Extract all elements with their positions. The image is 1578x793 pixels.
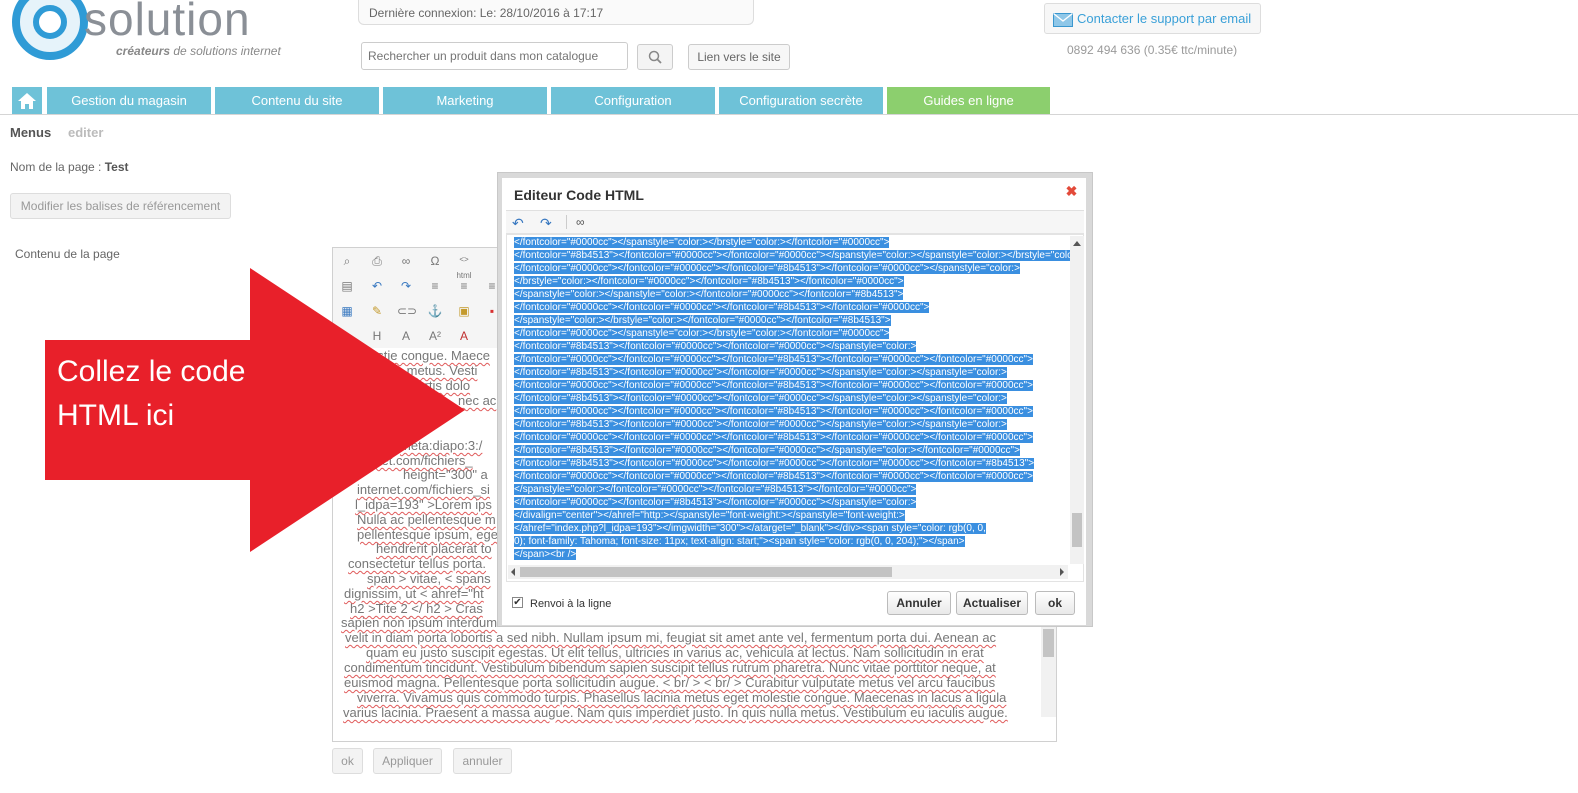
home-icon: [18, 93, 36, 109]
code-line: </fontcolor="#8b4513"></fontcolor="#0000…: [514, 445, 1020, 456]
dialog-cancel-button[interactable]: Annuler: [887, 591, 951, 615]
code-line: </fontcolor="#8b4513"></fontcolor="#0000…: [514, 419, 1007, 430]
print-icon[interactable]: ⎙: [368, 253, 386, 269]
editor-line: velit in diam porta lobortis a sed nibh.…: [345, 630, 997, 645]
code-line: </fontcolor="#0000cc"></fontcolor="#0000…: [514, 380, 1033, 391]
support-email-link[interactable]: Contacter le support par email: [1044, 3, 1261, 34]
cancel-button[interactable]: annuler: [453, 748, 512, 774]
code-lines: </fontcolor="#0000cc"></spanstyle="color…: [514, 236, 1084, 561]
editor-scrollbar[interactable]: [1041, 624, 1056, 717]
undo-icon[interactable]: ↶: [512, 215, 524, 232]
find-icon[interactable]: ⌕: [338, 253, 356, 269]
editor-line: dignissim, ut < ahref="ht: [344, 586, 484, 601]
ok-button[interactable]: ok: [332, 748, 363, 774]
nav-marketing[interactable]: Marketing: [383, 87, 547, 115]
page-name-value: Test: [104, 160, 129, 174]
code-line: </fontcolor="#8b4513"></fontcolor="#0000…: [514, 250, 1084, 261]
wrap-checkbox[interactable]: ✔: [512, 597, 523, 608]
support-phone: 0892 494 636 (0.35€ ttc/minute): [1067, 43, 1238, 57]
code-horizontal-scrollbar[interactable]: [508, 565, 1068, 579]
nav-configuration-secrete[interactable]: Configuration secrète: [719, 87, 883, 115]
nav-divider: [0, 114, 1578, 115]
code-line: </fontcolor="#8b4513"></fontcolor="#0000…: [514, 341, 917, 352]
apply-button[interactable]: Appliquer: [373, 748, 442, 774]
code-line: </fontcolor="#8b4513"></fontcolor="#0000…: [514, 458, 1035, 469]
nav-configuration[interactable]: Configuration: [551, 87, 715, 115]
binoculars-icon[interactable]: ∞: [576, 215, 585, 229]
scroll-up-icon[interactable]: [1070, 238, 1084, 250]
close-icon[interactable]: ✖: [1065, 184, 1078, 198]
editor-line: viverra. Vivamus quis commodo turpis. Ph…: [357, 690, 1007, 705]
redo-icon[interactable]: ↷: [540, 215, 552, 232]
editor-line: euismod magna. Pellentesque porta sollic…: [344, 675, 996, 690]
code-line: </fontcolor="#0000cc"></spanstyle="color…: [514, 237, 890, 248]
editor-line: h2 >Tite 2 </ h2 > Cras: [350, 601, 483, 616]
code-line: </fontcolor="#0000cc"></spanstyle="color…: [514, 328, 890, 339]
code-line: </span><br />: [514, 549, 577, 560]
support-email-label: Contacter le support par email: [1077, 11, 1252, 26]
nav-gestion-magasin[interactable]: Gestion du magasin: [47, 87, 211, 115]
dialog-refresh-button[interactable]: Actualiser: [956, 591, 1028, 615]
editor-line: sapien non ipsum interdum: [341, 615, 498, 630]
last-login-info: Dernière connexion: Le: 28/10/2016 à 17:…: [358, 0, 754, 25]
home-button[interactable]: [12, 87, 42, 115]
code-line: </spanstyle="color:></spanstyle="color:>…: [514, 289, 904, 300]
logo[interactable]: solution créateurs de solutions internet: [10, 0, 300, 62]
binoculars-icon[interactable]: ∞: [397, 253, 415, 269]
code-line: </fontcolor="#0000cc"></fontcolor="#0000…: [514, 432, 1033, 443]
mail-icon: [1053, 12, 1073, 27]
code-line: 0); font-family: Tahoma; font-size: 11px…: [514, 536, 965, 547]
special-char-icon[interactable]: Ω: [426, 253, 444, 269]
code-line: </fontcolor="#0000cc"></fontcolor="#0000…: [514, 471, 1033, 482]
logo-wordmark: solution: [84, 0, 251, 45]
html-source-icon[interactable]: <> html: [455, 252, 473, 280]
logo-tagline: créateurs de solutions internet: [116, 44, 281, 58]
code-line: </spanstyle="color:></fontcolor="#0000cc…: [514, 484, 917, 495]
editor-line: condimentum tincidunt. Vestibulum bibend…: [344, 660, 996, 675]
toolbar-separator: [566, 215, 567, 229]
editor-line: span > vitae, < spans: [367, 571, 491, 586]
nav-guides-en-ligne[interactable]: Guides en ligne: [887, 87, 1050, 115]
site-link-button[interactable]: Lien vers le site: [688, 44, 790, 70]
logo-at-icon: [12, 0, 88, 60]
section-title: Menus: [10, 125, 52, 140]
seo-tags-button[interactable]: Modifier les balises de référencement: [10, 193, 231, 219]
code-line: </brstyle="color:></fontcolor="#0000cc">…: [514, 276, 904, 287]
search-input[interactable]: [361, 42, 628, 70]
wrap-label: Renvoi à la ligne: [530, 598, 612, 610]
code-line: </fontcolor="#0000cc"></fontcolor="#0000…: [514, 263, 1020, 274]
dialog-title: Editeur Code HTML: [514, 187, 644, 203]
editor-line: quam eu justo suscipit egestas. Ut elit …: [366, 645, 984, 660]
editor-line: varius lacinia. Praesent a massa augue. …: [343, 705, 1008, 720]
scroll-left-icon[interactable]: [508, 565, 520, 579]
code-vertical-scrollbar[interactable]: [1070, 236, 1084, 564]
content-label: Contenu de la page: [15, 247, 120, 261]
code-line: </fontcolor="#0000cc"></fontcolor="#0000…: [514, 354, 1033, 365]
code-line: </spanstyle="color:></brstyle="color:></…: [514, 315, 891, 326]
code-line: </ahref="index.php?l_idpa=193"></imgwidt…: [514, 523, 986, 534]
code-line: </fontcolor="#0000cc"></fontcolor="#0000…: [514, 406, 1033, 417]
callout-text: Collez le code HTML ici: [57, 355, 246, 432]
scroll-right-icon[interactable]: [1056, 565, 1068, 579]
editor-line: consectetur tellus porta.: [348, 556, 487, 571]
dialog-toolbar: ↶ ↷ ∞: [506, 210, 1084, 234]
search-icon: [648, 50, 662, 64]
html-code-textarea[interactable]: </fontcolor="#0000cc"></spanstyle="color…: [506, 234, 1084, 582]
code-line: </fontcolor="#8b4513"></fontcolor="#0000…: [514, 393, 1007, 404]
code-line: </fontcolor="#0000cc"></fontcolor="#8b45…: [514, 497, 917, 508]
search-button[interactable]: [637, 44, 673, 70]
code-line: </fontcolor="#0000cc"></fontcolor="#0000…: [514, 302, 930, 313]
section-action: editer: [68, 125, 104, 140]
page-name: Nom de la page : Test: [10, 160, 129, 174]
dialog-ok-button[interactable]: ok: [1035, 591, 1075, 615]
nav-contenu-site[interactable]: Contenu du site: [215, 87, 379, 115]
code-line: </fontcolor="#8b4513"></fontcolor="#0000…: [514, 367, 1007, 378]
code-line: </divalign="center"></ahref="http:></spa…: [514, 510, 905, 521]
